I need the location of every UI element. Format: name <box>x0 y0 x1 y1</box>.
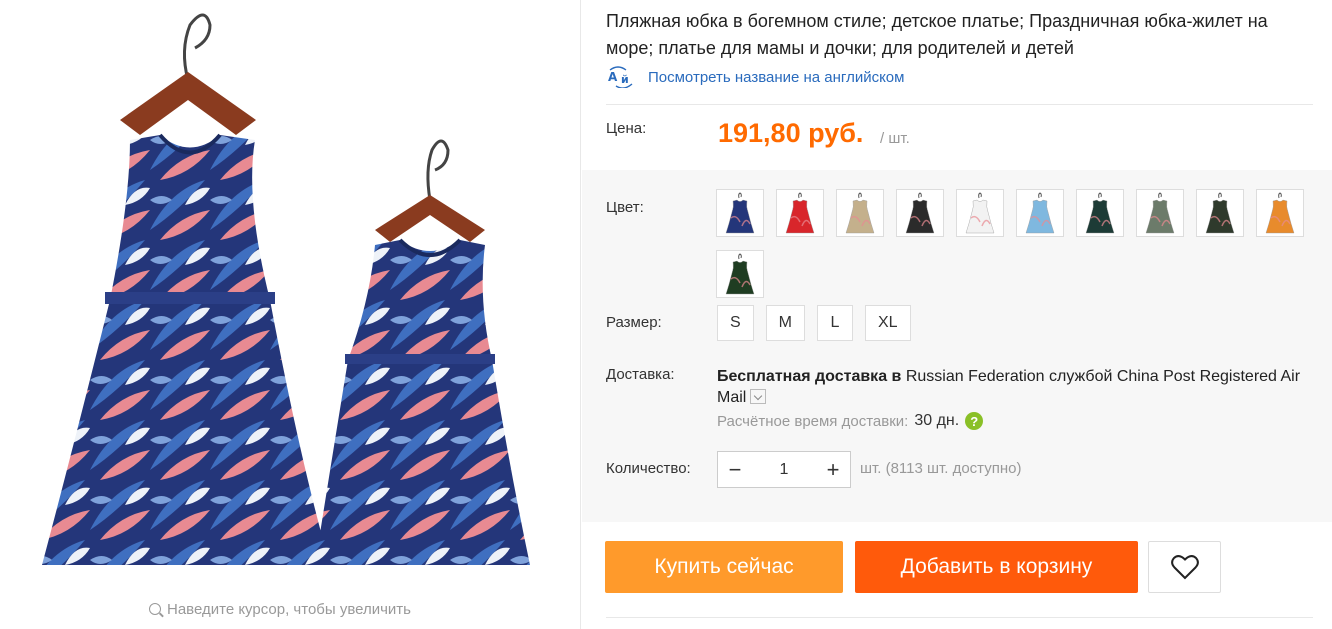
eta-label: Расчётное время доставки: <box>717 412 909 430</box>
chevron-down-icon[interactable] <box>750 389 767 404</box>
quantity-decrease-button[interactable]: − <box>718 452 752 487</box>
color-swatch-10[interactable] <box>1256 189 1304 237</box>
dress-thumbnail-icon <box>905 192 935 234</box>
product-title: Пляжная юбка в богемном стиле; детское п… <box>606 11 1268 58</box>
price-label: Цена: <box>606 120 647 137</box>
color-swatch-8[interactable] <box>1136 189 1184 237</box>
shipping-label: Доставка: <box>606 366 675 383</box>
dress-thumbnail-icon <box>1145 192 1175 234</box>
color-swatch-9[interactable] <box>1196 189 1244 237</box>
quantity-label: Количество: <box>606 460 691 477</box>
price-value: 191,80 руб. <box>718 118 864 148</box>
shipping-info: Бесплатная доставка в Russian Federation… <box>717 366 1317 408</box>
dress-thumbnail-icon <box>725 253 755 295</box>
quantity-stepper: − 1 + <box>717 451 851 488</box>
price-unit: / шт. <box>880 130 910 147</box>
delivery-eta: Расчётное время доставки: 30 дн. ? <box>717 412 984 430</box>
product-gallery: Наведите курсор, чтобы увеличить <box>0 0 581 629</box>
color-swatch-2[interactable] <box>776 189 824 237</box>
divider <box>606 104 1313 105</box>
size-option-xl[interactable]: XL <box>865 305 911 341</box>
eta-value: 30 дн. <box>914 412 960 429</box>
color-swatch-1[interactable] <box>716 189 764 237</box>
translate-link-text: Посмотреть название на английском <box>648 68 905 86</box>
quantity-increase-button[interactable]: + <box>816 452 850 487</box>
dress-thumbnail-icon <box>785 192 815 234</box>
add-to-cart-button[interactable]: Добавить в корзину <box>855 541 1138 593</box>
quantity-input[interactable]: 1 <box>752 461 816 479</box>
zoom-hint-text: Наведите курсор, чтобы увеличить <box>167 601 411 618</box>
product-info: Пляжная юбка в богемном стиле; детское п… <box>582 0 1332 629</box>
free-shipping-text: Бесплатная доставка в <box>717 368 902 385</box>
dress-thumbnail-icon <box>965 192 995 234</box>
svg-text:A: A <box>608 70 618 84</box>
heart-icon <box>1170 555 1199 580</box>
dress-thumbnail-icon <box>845 192 875 234</box>
dress-thumbnail-icon <box>725 192 755 234</box>
help-icon[interactable]: ? <box>965 412 984 430</box>
color-swatch-5[interactable] <box>956 189 1004 237</box>
product-image[interactable] <box>30 0 550 590</box>
dress-thumbnail-icon <box>1085 192 1115 234</box>
color-label: Цвет: <box>606 199 644 216</box>
stock-available: шт. (8113 шт. доступно) <box>860 460 1022 477</box>
svg-text:й: й <box>621 73 629 86</box>
size-option-s[interactable]: S <box>717 305 754 341</box>
color-swatch-4[interactable] <box>896 189 944 237</box>
size-option-l[interactable]: L <box>817 305 853 341</box>
dress-thumbnail-icon <box>1025 192 1055 234</box>
color-swatch-7[interactable] <box>1076 189 1124 237</box>
color-swatch-3[interactable] <box>836 189 884 237</box>
color-swatches <box>716 189 1316 298</box>
divider <box>606 617 1313 618</box>
zoom-hint: Наведите курсор, чтобы увеличить <box>0 601 560 618</box>
size-options: S M L XL <box>717 305 911 341</box>
magnifier-icon <box>149 603 161 615</box>
size-option-m[interactable]: M <box>765 305 805 341</box>
dress-thumbnail-icon <box>1265 192 1295 234</box>
dress-thumbnail-icon <box>1205 192 1235 234</box>
size-label: Размер: <box>606 314 662 331</box>
color-swatch-6[interactable] <box>1016 189 1064 237</box>
wishlist-button[interactable] <box>1148 541 1221 593</box>
buy-now-button[interactable]: Купить сейчас <box>605 541 843 593</box>
color-swatch-11[interactable] <box>716 250 764 298</box>
translate-icon: A й <box>606 66 636 89</box>
translate-link[interactable]: A й Посмотреть название на английском <box>606 66 905 89</box>
